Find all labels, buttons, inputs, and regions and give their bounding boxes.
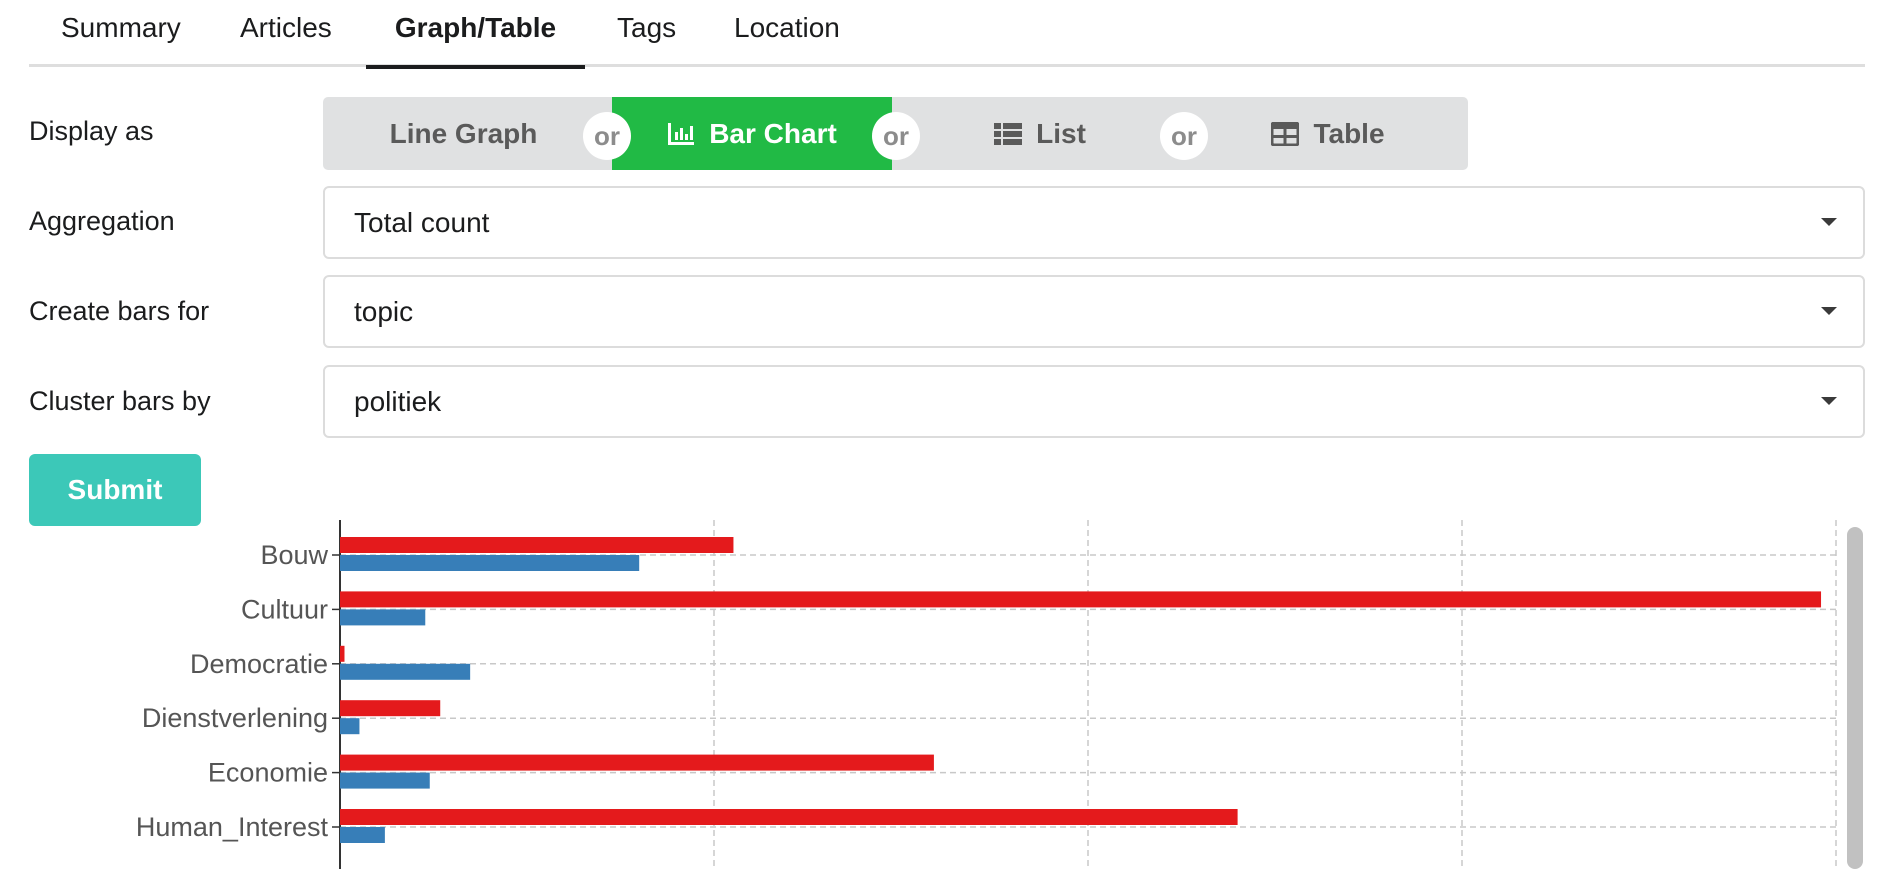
bar-chart-icon [668, 122, 695, 145]
dropdown-caret-icon [1821, 218, 1837, 226]
tick-label: Democratie [190, 649, 328, 679]
tab-location[interactable]: Location [734, 0, 840, 67]
create-bars-label: Create bars for [29, 296, 210, 326]
list-label: List [1036, 117, 1086, 149]
bar-chart-button[interactable]: Bar Chart [612, 97, 892, 170]
tick-label: Cultuur [241, 594, 328, 624]
display-as-label: Display as [29, 116, 154, 146]
table-icon [1271, 121, 1300, 146]
tab-articles[interactable]: Articles [240, 0, 332, 67]
bar [340, 809, 1238, 825]
cluster-bars-value: politiek [354, 386, 442, 417]
dropdown-caret-icon [1821, 397, 1837, 405]
bar [340, 663, 471, 680]
table-button[interactable]: Table [1188, 97, 1468, 170]
aggregation-label: Aggregation [29, 206, 175, 236]
chart-scrollbar-thumb[interactable] [1847, 527, 1863, 869]
bar [340, 718, 360, 735]
aggregation-value: Total count [354, 207, 490, 238]
create-bars-value: topic [354, 296, 414, 327]
bar [340, 754, 934, 771]
bar [340, 555, 640, 571]
bar [340, 537, 734, 553]
or-divider: or [1160, 112, 1208, 160]
line-graph-button[interactable]: Line Graph [323, 97, 604, 170]
cluster-bars-dropdown[interactable]: politiek [323, 365, 1865, 438]
tab-bar: Summary Articles Graph/Table Tags Locati… [29, 0, 1865, 69]
bar [340, 645, 345, 662]
tab-summary[interactable]: Summary [61, 0, 181, 67]
tick-label: Bouw [260, 540, 328, 570]
table-label: Table [1313, 117, 1385, 149]
submit-button[interactable]: Submit [29, 454, 201, 526]
tab-graph-table[interactable]: Graph/Table [366, 0, 585, 69]
bar [340, 772, 430, 789]
bar [340, 827, 385, 843]
tick-label: Economie [208, 758, 328, 788]
bar [340, 591, 1822, 608]
bar [340, 609, 426, 626]
bar-chart: Bouw Cultuur Democratie Dienstverlening Econ… [136, 520, 1837, 869]
tick-label: Dienstverlening [142, 703, 328, 733]
tab-tags[interactable]: Tags [617, 0, 676, 67]
bar-chart-label: Bar Chart [709, 117, 837, 149]
cluster-bars-label: Cluster bars by [29, 386, 211, 416]
or-divider: or [872, 112, 920, 160]
bar [340, 700, 441, 717]
or-divider: or [583, 112, 631, 160]
tick-label: Human_Interest [136, 812, 329, 842]
list-icon [994, 122, 1023, 145]
list-button[interactable]: List [900, 97, 1180, 170]
dropdown-caret-icon [1821, 307, 1837, 315]
create-bars-dropdown[interactable]: topic [323, 275, 1865, 348]
aggregation-dropdown[interactable]: Total count [323, 186, 1865, 259]
line-graph-label: Line Graph [389, 117, 538, 149]
